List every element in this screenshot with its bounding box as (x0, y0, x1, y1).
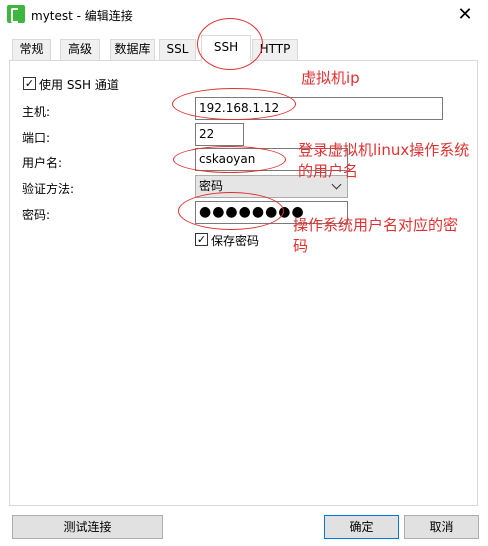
tab-general[interactable]: 常规 (12, 39, 51, 60)
port-input[interactable]: 22 (195, 123, 244, 146)
use-ssh-checkbox[interactable]: ✓ (23, 77, 36, 90)
username-annotation-line2: 的用户名 (298, 162, 359, 180)
tab-http[interactable]: HTTP (252, 39, 298, 60)
port-label: 端口: (22, 131, 51, 145)
chevron-down-icon (331, 179, 342, 190)
host-input[interactable]: 192.168.1.12 (195, 97, 443, 120)
tab-database[interactable]: 数据库 (110, 39, 155, 60)
cancel-button[interactable]: 取消 (404, 515, 479, 539)
auth-method-value: 密码 (199, 179, 224, 193)
window-title: mytest - 编辑连接 (31, 9, 133, 23)
password-annotation-line2: 码 (293, 237, 309, 255)
password-label: 密码: (22, 208, 51, 222)
ok-button[interactable]: 确定 (324, 515, 399, 539)
use-ssh-label: 使用 SSH 通道 (39, 78, 119, 92)
save-password-checkbox[interactable]: ✓ (195, 233, 208, 246)
password-annotation-line1: 操作系统用户名对应的密 (293, 216, 459, 234)
host-annotation: 虚拟机ip (301, 69, 360, 87)
close-icon[interactable]: ✕ (442, 0, 488, 30)
host-label: 主机: (22, 105, 51, 119)
auth-method-label: 验证方法: (22, 182, 75, 196)
tab-advanced[interactable]: 高级 (60, 39, 100, 60)
navicat-app-icon (7, 5, 25, 23)
save-password-label: 保存密码 (211, 234, 260, 248)
tab-ssh[interactable]: SSH (201, 35, 251, 61)
username-label: 用户名: (22, 156, 63, 170)
username-annotation-line1: 登录虚拟机linux操作系统 (298, 141, 470, 159)
tab-ssl[interactable]: SSL (159, 39, 196, 60)
test-connection-button[interactable]: 测试连接 (12, 515, 163, 539)
title-bar: mytest - 编辑连接 ✕ (0, 0, 488, 30)
